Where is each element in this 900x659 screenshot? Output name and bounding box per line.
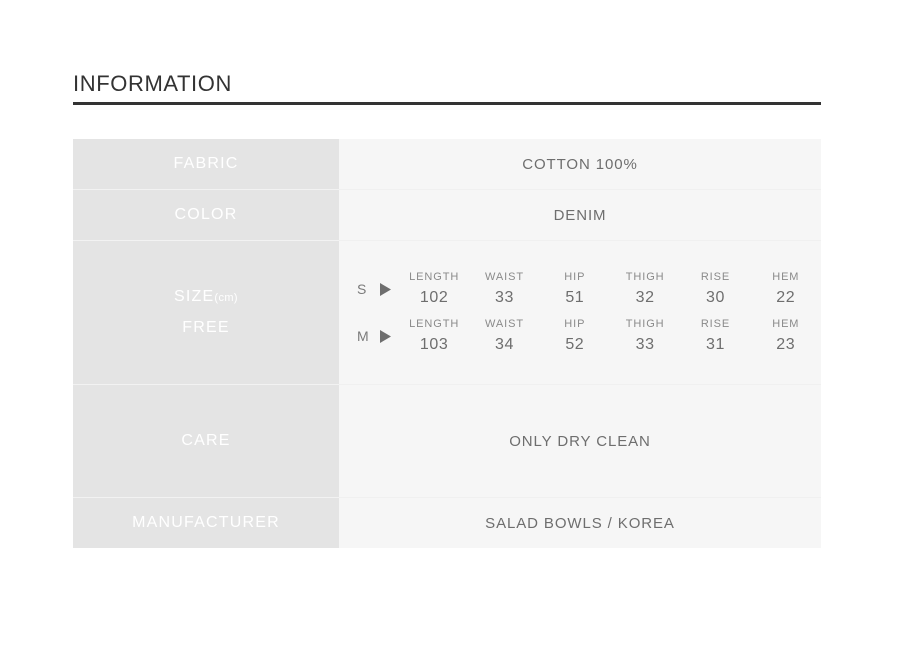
measure-name: THIGH <box>625 317 665 330</box>
header-divider <box>73 102 821 105</box>
measure-value: 33 <box>494 288 514 306</box>
table-row: CARE ONLY DRY CLEAN <box>73 384 821 497</box>
play-triangle-icon <box>375 329 395 343</box>
size-key-label: M <box>357 328 370 344</box>
row-label-text: FABRIC <box>173 155 239 172</box>
measure-name: LENGTH <box>409 317 460 330</box>
play-triangle-icon <box>375 282 395 296</box>
measure-value: 103 <box>419 335 449 353</box>
measure-cell: HIP 51 <box>540 270 610 309</box>
row-label-care: CARE <box>73 384 339 497</box>
measure-value: 34 <box>494 335 514 353</box>
row-value-manufacturer: SALAD BOWLS / KOREA <box>339 497 821 548</box>
measure-cell: LENGTH 103 <box>399 317 469 356</box>
measure-cell: HEM 23 <box>751 317 821 356</box>
information-table: FABRIC COTTON 100% COLOR DENIM SIZE(cm) … <box>73 139 821 548</box>
measure-cell: LENGTH 102 <box>399 270 469 309</box>
measure-value: 32 <box>635 288 655 306</box>
measure-cell: WAIST 33 <box>469 270 539 309</box>
measure-value: 102 <box>419 288 449 306</box>
measure-name: THIGH <box>625 270 665 283</box>
size-key-label: S <box>357 281 367 297</box>
measure-cell: THIGH 32 <box>610 270 680 309</box>
size-chart-row-m: M LENGTH 103 WAIST 34 HIP 52 THIGH 33 RI… <box>357 317 821 356</box>
row-label-text: COLOR <box>174 206 238 223</box>
measure-cell: THIGH 33 <box>610 317 680 356</box>
measure-name: WAIST <box>485 317 524 330</box>
row-label-text: MANUFACTURER <box>132 514 280 531</box>
measure-value: 31 <box>705 335 725 353</box>
row-value-care: ONLY DRY CLEAN <box>339 384 821 497</box>
measure-name: HIP <box>564 270 586 283</box>
row-label-size: SIZE(cm) FREE <box>73 240 339 384</box>
size-chart-row-s: S LENGTH 102 WAIST 33 HIP 51 THIGH 32 RI… <box>357 270 821 309</box>
table-row: FABRIC COTTON 100% <box>73 139 821 189</box>
measure-cell: HIP 52 <box>540 317 610 356</box>
measure-name: HEM <box>772 317 800 330</box>
measure-name: HEM <box>772 270 800 283</box>
row-label-manufacturer: MANUFACTURER <box>73 497 339 548</box>
information-header: INFORMATION <box>73 70 821 105</box>
measure-name: RISE <box>700 317 731 330</box>
row-label-fabric: FABRIC <box>73 139 339 189</box>
row-label-color: COLOR <box>73 189 339 240</box>
row-value-text: SALAD BOWLS / KOREA <box>485 514 675 532</box>
row-label-text: CARE <box>181 432 231 449</box>
measure-name: HIP <box>564 317 586 330</box>
measure-cell: RISE 30 <box>680 270 750 309</box>
size-unit-text: (cm) <box>214 292 238 304</box>
measure-name: RISE <box>700 270 731 283</box>
measure-value: 23 <box>776 335 796 353</box>
size-label-line: SIZE(cm) <box>174 287 238 308</box>
measure-name: WAIST <box>485 270 524 283</box>
measure-value: 51 <box>565 288 585 306</box>
measure-cell: WAIST 34 <box>469 317 539 356</box>
size-chart: S LENGTH 102 WAIST 33 HIP 51 THIGH 32 RI… <box>339 270 821 356</box>
row-value-color: DENIM <box>339 189 821 240</box>
measure-cell: RISE 31 <box>680 317 750 356</box>
row-value-size: S LENGTH 102 WAIST 33 HIP 51 THIGH 32 RI… <box>339 240 821 384</box>
page-title: INFORMATION <box>73 71 232 96</box>
table-row: MANUFACTURER SALAD BOWLS / KOREA <box>73 497 821 548</box>
table-row: COLOR DENIM <box>73 189 821 240</box>
row-value-text: ONLY DRY CLEAN <box>509 432 651 450</box>
measure-value: 52 <box>565 335 585 353</box>
row-value-text: DENIM <box>553 206 607 224</box>
table-row: SIZE(cm) FREE S LENGTH 102 WAIST 33 HIP … <box>73 240 821 384</box>
row-label-text: SIZE <box>174 288 215 305</box>
row-value-text: COTTON 100% <box>522 155 638 173</box>
size-measure-group: LENGTH 103 WAIST 34 HIP 52 THIGH 33 RISE… <box>399 317 821 356</box>
row-value-fabric: COTTON 100% <box>339 139 821 189</box>
size-label-free: FREE <box>182 319 230 336</box>
measure-value: 33 <box>635 335 655 353</box>
information-page: INFORMATION FABRIC COTTON 100% COLOR DEN… <box>0 0 900 659</box>
size-measure-group: LENGTH 102 WAIST 33 HIP 51 THIGH 32 RISE… <box>399 270 821 309</box>
measure-value: 30 <box>705 288 725 306</box>
measure-value: 22 <box>776 288 796 306</box>
measure-cell: HEM 22 <box>751 270 821 309</box>
measure-name: LENGTH <box>409 270 460 283</box>
